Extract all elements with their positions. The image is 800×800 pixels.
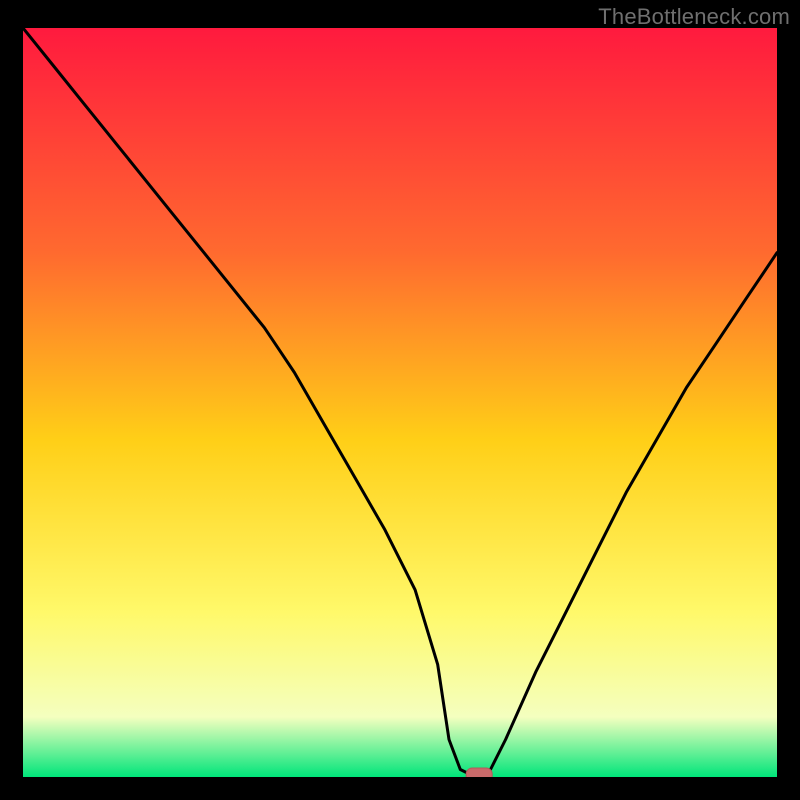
watermark-text: TheBottleneck.com <box>598 4 790 30</box>
bottleneck-chart <box>23 28 777 777</box>
optimal-point-marker <box>466 768 492 777</box>
chart-frame: TheBottleneck.com <box>0 0 800 800</box>
gradient-background <box>23 28 777 777</box>
plot-area <box>23 28 777 777</box>
